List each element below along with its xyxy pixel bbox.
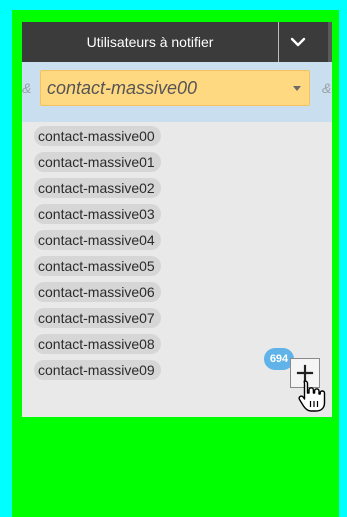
- contact-tag[interactable]: contact-massive03: [34, 204, 161, 224]
- contact-tag[interactable]: contact-massive00: [34, 126, 161, 146]
- filter-bar: & contact-massive00 &: [22, 62, 332, 122]
- contact-tag[interactable]: contact-massive08: [34, 334, 161, 354]
- frame-top-border: [0, 0, 347, 10]
- contact-tag[interactable]: contact-massive06: [34, 282, 161, 302]
- contact-tag[interactable]: contact-massive01: [34, 152, 161, 172]
- frame-right-border: [339, 0, 347, 517]
- frame-left-border: [0, 0, 12, 517]
- chevron-down-icon[interactable]: [290, 34, 306, 50]
- panel-title: Utilisateurs à notifier: [86, 34, 214, 50]
- contact-tag[interactable]: contact-massive04: [34, 230, 161, 250]
- contact-tag[interactable]: contact-massive07: [34, 308, 161, 328]
- contact-select-value: contact-massive00: [47, 78, 198, 98]
- header-divider: [278, 22, 279, 62]
- notify-users-panel: Utilisateurs à notifier & contact-massiv…: [22, 22, 332, 417]
- contact-select[interactable]: contact-massive00: [40, 70, 310, 106]
- operator-right: &: [322, 80, 332, 96]
- caret-down-icon[interactable]: [293, 86, 301, 91]
- contact-tag[interactable]: contact-massive09: [34, 360, 161, 380]
- operator-left: &: [22, 80, 32, 96]
- hand-pointer-icon: [298, 380, 326, 412]
- contact-tag-list: contact-massive00 contact-massive01 cont…: [34, 126, 324, 386]
- header-edge: [328, 22, 332, 62]
- panel-header: Utilisateurs à notifier: [22, 22, 332, 62]
- contact-tag[interactable]: contact-massive02: [34, 178, 161, 198]
- contact-tag[interactable]: contact-massive05: [34, 256, 161, 276]
